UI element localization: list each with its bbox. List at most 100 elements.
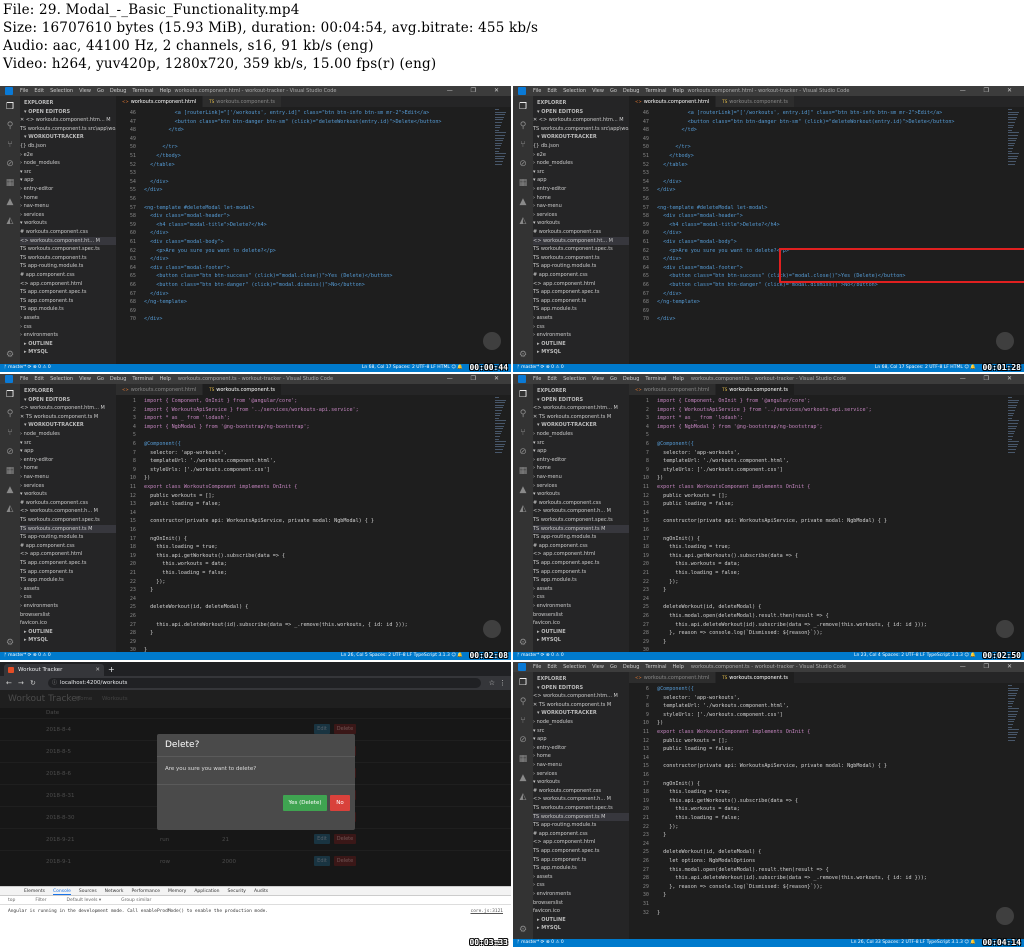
source-control-icon[interactable]: ⑂: [518, 716, 528, 726]
explorer-section-header[interactable]: EXPLORER: [533, 675, 629, 683]
back-icon[interactable]: ←: [6, 679, 12, 687]
explorer-item[interactable]: ▾ app: [20, 176, 116, 184]
explorer-item[interactable]: <> app.component.html: [20, 550, 116, 558]
status-left[interactable]: ᚠ master* ⟳ ⊗ 0 ⚠ 0: [517, 652, 564, 660]
explorer-item[interactable]: <> workouts.component.h... M: [533, 795, 629, 803]
editor-tab[interactable]: TS workouts.component.ts: [203, 384, 283, 395]
editor-tab[interactable]: <> workouts.component.html: [629, 96, 717, 107]
explorer-item[interactable]: › environments: [20, 602, 116, 610]
explorer-section-header[interactable]: ▾ OPEN EDITORS: [20, 396, 116, 404]
explorer-section-header[interactable]: ▸ MYSQL: [533, 348, 629, 356]
explorer-section-header[interactable]: ▾ WORKOUT-TRACKER: [20, 421, 116, 429]
explorer-item[interactable]: ✕ <> workouts.component.htm... M: [20, 116, 116, 124]
devtools-tab-sources[interactable]: Sources: [79, 889, 97, 894]
explorer-item[interactable]: TS app.module.ts: [533, 305, 629, 313]
docker-icon[interactable]: ◭: [518, 792, 528, 802]
explorer-item[interactable]: # app.component.css: [533, 830, 629, 838]
search-icon[interactable]: ⚲: [5, 409, 15, 419]
status-left[interactable]: ᚠ master* ⟳ ⊗ 0 ⚠ 0: [4, 652, 51, 660]
no-button[interactable]: No: [330, 795, 350, 811]
explorer-item[interactable]: › css: [20, 323, 116, 331]
explorer-item[interactable]: › assets: [20, 585, 116, 593]
explorer-item[interactable]: ✕ TS workouts.component.ts M: [533, 701, 629, 709]
minimap[interactable]: [495, 109, 507, 169]
explorer-item[interactable]: ▾ app: [533, 735, 629, 743]
explorer-item[interactable]: TS app.component.spec.ts: [533, 847, 629, 855]
explorer-item[interactable]: TS app.component.ts: [533, 856, 629, 864]
explorer-item[interactable]: ▾ workouts: [20, 219, 116, 227]
devtools-tab-elements[interactable]: Elements: [24, 889, 45, 894]
window-controls[interactable]: — ❐ ✕: [960, 375, 1020, 382]
explorer-item[interactable]: TS app.component.ts: [533, 568, 629, 576]
minimap[interactable]: [495, 397, 507, 457]
explorer-item[interactable]: › css: [20, 593, 116, 601]
explorer-item[interactable]: ▾ workouts: [533, 778, 629, 786]
console-filter-control[interactable]: top: [8, 898, 15, 903]
explorer-item[interactable]: <> workouts.component.ht... M: [533, 236, 629, 245]
code-area[interactable]: 1 import { Component, OnInit } from '@ang…: [629, 397, 1006, 652]
explorer-item[interactable]: › node_modules: [533, 430, 629, 438]
files-icon[interactable]: ❐: [5, 102, 15, 112]
explorer-item[interactable]: › services: [533, 211, 629, 219]
explorer-item[interactable]: TS app-routing.module.ts: [533, 262, 629, 270]
code-area[interactable]: 46 <a [routerLink]="['/workouts', entry.…: [629, 109, 1006, 364]
source-control-icon[interactable]: ⑂: [5, 428, 15, 438]
close-tab-icon[interactable]: ✕: [95, 664, 100, 676]
explorer-section-header[interactable]: ▾ WORKOUT-TRACKER: [533, 133, 629, 141]
code-area[interactable]: 1 import { Component, OnInit } from '@ang…: [116, 397, 493, 652]
explorer-item[interactable]: TS workouts.component.spec.ts: [20, 516, 116, 524]
explorer-item[interactable]: ▾ app: [533, 447, 629, 455]
explorer-item[interactable]: {} db.json: [20, 142, 116, 150]
explorer-item[interactable]: TS workouts.component.ts M: [533, 812, 629, 821]
devtools-tab-performance[interactable]: Performance: [131, 889, 160, 894]
explorer-section-header[interactable]: ▾ WORKOUT-TRACKER: [533, 709, 629, 717]
minimap[interactable]: [1008, 109, 1020, 169]
play-overlay-icon[interactable]: [483, 620, 501, 638]
editor-tab[interactable]: TS workouts.component.ts: [716, 96, 796, 107]
explorer-item[interactable]: › assets: [533, 585, 629, 593]
source-control-icon[interactable]: ⑂: [518, 140, 528, 150]
yes-delete-button[interactable]: Yes (Delete): [283, 795, 327, 811]
files-icon[interactable]: ❐: [518, 678, 528, 688]
explorer-item[interactable]: TS app.module.ts: [533, 576, 629, 584]
status-right[interactable]: Ln 68, Col 17 Spaces: 2 UTF-8 LF HTML ☺ …: [362, 364, 463, 372]
devtools-tab-audits[interactable]: Audits: [254, 889, 268, 894]
play-overlay-icon[interactable]: [483, 332, 501, 350]
explorer-item[interactable]: › services: [20, 211, 116, 219]
explorer-item[interactable]: TS app.component.spec.ts: [533, 559, 629, 567]
explorer-item[interactable]: TS app.module.ts: [533, 864, 629, 872]
explorer-item[interactable]: # app.component.css: [533, 271, 629, 279]
explorer-item[interactable]: › nav-menu: [533, 202, 629, 210]
explorer-item[interactable]: › entry-editor: [20, 185, 116, 193]
explorer-section-header[interactable]: ▸ OUTLINE: [20, 340, 116, 348]
explorer-section-header[interactable]: EXPLORER: [20, 387, 116, 395]
editor-tab[interactable]: <> workouts.component.html: [116, 384, 204, 395]
files-icon[interactable]: ❐: [518, 390, 528, 400]
forward-icon[interactable]: →: [18, 679, 24, 687]
explorer-item[interactable]: TS workouts.component.ts M: [20, 524, 116, 533]
debug-icon[interactable]: ⊘: [5, 159, 15, 169]
explorer-item[interactable]: › environments: [533, 890, 629, 898]
debug-icon[interactable]: ⊘: [518, 735, 528, 745]
explorer-section-header[interactable]: ▾ OPEN EDITORS: [533, 108, 629, 116]
debug-icon[interactable]: ⊘: [5, 447, 15, 457]
remote-icon[interactable]: ▲: [518, 773, 528, 783]
explorer-item[interactable]: favicon.ico: [533, 619, 629, 627]
explorer-item[interactable]: favicon.ico: [20, 619, 116, 627]
explorer-item[interactable]: ▾ src: [533, 439, 629, 447]
window-controls[interactable]: — ❐ ✕: [447, 375, 507, 382]
explorer-item[interactable]: TS app.component.ts: [20, 568, 116, 576]
explorer-item[interactable]: ▾ src: [533, 168, 629, 176]
explorer-item[interactable]: # workouts.component.css: [20, 228, 116, 236]
explorer-item[interactable]: › css: [533, 881, 629, 889]
explorer-item[interactable]: › entry-editor: [533, 456, 629, 464]
search-icon[interactable]: ⚲: [518, 121, 528, 131]
explorer-item[interactable]: TS app.component.ts: [533, 297, 629, 305]
explorer-item[interactable]: › assets: [20, 314, 116, 322]
status-left[interactable]: ᚠ master* ⟳ ⊗ 0 ⚠ 0: [517, 939, 564, 947]
editor-tab[interactable]: <> workouts.component.html: [629, 672, 717, 683]
remote-icon[interactable]: ▲: [5, 485, 15, 495]
status-right[interactable]: Ln 26, Col 5 Spaces: 2 UTF-8 LF TypeScri…: [341, 652, 463, 660]
minimap[interactable]: [1008, 397, 1020, 457]
explorer-item[interactable]: › assets: [533, 873, 629, 881]
